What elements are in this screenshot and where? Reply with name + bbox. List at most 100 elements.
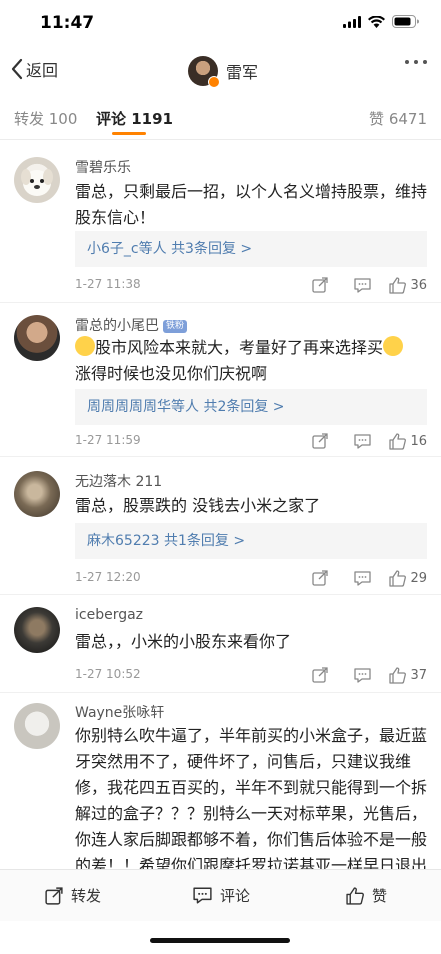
- comment-author[interactable]: 雷总的小尾巴 铁粉: [75, 315, 188, 335]
- author-name: 雷总的小尾巴: [75, 318, 159, 334]
- comment-text: 雷总，，小米的小股东来看你了: [75, 632, 292, 651]
- share-icon: [45, 886, 63, 905]
- status-icons: [343, 15, 419, 28]
- replies-link[interactable]: 小6子_c等人 共3条回复 >: [75, 231, 427, 267]
- thumbs-up-icon: [389, 666, 407, 684]
- comment-meta: 1-27 12:20 29: [75, 566, 427, 590]
- avatar[interactable]: [14, 471, 60, 517]
- replies-link[interactable]: 周周周周周华等人 共2条回复 >: [75, 389, 427, 425]
- page-title: 雷军: [226, 63, 259, 82]
- comment-meta: 1-27 10:52 37: [75, 663, 427, 687]
- like-label: 赞: [372, 887, 388, 905]
- comment-author[interactable]: 雪碧乐乐: [75, 157, 131, 177]
- comment-text: 雷总，只剩最后一招，以个人名义增持股票，维持股东信心！: [75, 182, 428, 227]
- comment-icon: [354, 277, 371, 293]
- comment-text: 股市风险本来就大，考量好了再来选择买 涨得时候也没见你们庆祝啊: [75, 335, 427, 387]
- tab-like[interactable]: 赞 6471: [369, 108, 427, 129]
- avatar[interactable]: [14, 607, 60, 653]
- thumbs-up-icon: [389, 432, 407, 450]
- comment-author[interactable]: icebergaz: [75, 607, 143, 623]
- avatar[interactable]: [14, 703, 60, 749]
- bottom-action-bar: 转发 评论 赞: [0, 869, 441, 921]
- like-button[interactable]: 赞: [346, 885, 387, 906]
- repost-button[interactable]: [303, 566, 337, 590]
- avatar[interactable]: [14, 157, 60, 203]
- comment-author[interactable]: Wayne张咏轩: [75, 702, 164, 722]
- fan-badge: 铁粉: [163, 320, 188, 333]
- reply-count: 共2条回复 >: [203, 399, 285, 415]
- comment-list: 雪碧乐乐 雷总，只剩最后一招，以个人名义增持股票，维持股东信心！ 小6子_c等人…: [0, 141, 441, 869]
- comment-time: 1-27 11:59: [75, 433, 141, 447]
- wifi-icon: [368, 15, 385, 28]
- more-dot-icon: [423, 60, 427, 64]
- like-count: 36: [410, 277, 427, 293]
- thumbs-up-icon: [389, 569, 407, 587]
- tab-active-indicator: [112, 132, 146, 135]
- comment-time: 1-27 11:38: [75, 277, 141, 291]
- comment-text: 你别特么吹牛逼了，半年前买的小米盒子，最近蓝牙突然用不了，硬件坏了，问售后，只建…: [75, 726, 428, 869]
- like-button[interactable]: 29: [389, 569, 427, 587]
- tab-bar: 转发 100 评论 1191 赞 6471: [0, 94, 441, 140]
- nav-user[interactable]: 雷军: [188, 56, 259, 88]
- back-label: 返回: [26, 61, 59, 80]
- repost-label: 转发: [71, 887, 102, 905]
- avatar[interactable]: [14, 315, 60, 361]
- like-count: 37: [410, 667, 427, 683]
- comment-icon: [354, 433, 371, 449]
- praying-emoji-icon: [75, 336, 95, 356]
- battery-icon: [392, 15, 419, 28]
- share-icon: [312, 570, 329, 586]
- like-count: 16: [410, 433, 427, 449]
- status-time: 11:47: [40, 13, 95, 33]
- share-icon: [312, 433, 329, 449]
- more-dot-icon: [414, 60, 418, 64]
- like-button[interactable]: 16: [389, 432, 427, 450]
- like-button[interactable]: 37: [389, 666, 427, 684]
- comment-label: 评论: [220, 887, 251, 905]
- tab-comment[interactable]: 评论 1191: [96, 108, 173, 129]
- reply-button[interactable]: [345, 663, 379, 687]
- home-indicator[interactable]: [150, 938, 290, 943]
- comment-icon: [193, 887, 212, 904]
- back-button[interactable]: 返回: [10, 57, 58, 81]
- thumbs-up-icon: [389, 276, 407, 294]
- tab-repost[interactable]: 转发 100: [14, 108, 77, 129]
- reply-button[interactable]: [345, 429, 379, 453]
- reply-button[interactable]: [345, 273, 379, 297]
- avatar: [188, 56, 220, 88]
- comment-time: 1-27 10:52: [75, 667, 141, 681]
- like-button[interactable]: 36: [389, 276, 427, 294]
- more-dot-icon: [405, 60, 409, 64]
- comment-button[interactable]: 评论: [193, 885, 250, 906]
- repost-button[interactable]: 转发: [45, 885, 101, 906]
- status-bar: 11:47: [0, 0, 441, 48]
- verified-icon: [208, 76, 220, 88]
- reply-users: 麻木65223: [87, 533, 160, 549]
- chevron-left-icon: [11, 58, 23, 80]
- thumbs-up-icon: [346, 886, 364, 905]
- comment-author[interactable]: 无边落木 211: [75, 471, 162, 491]
- replies-link[interactable]: 麻木65223 共1条回复 >: [75, 523, 427, 559]
- avatar-dog-image: [21, 169, 53, 196]
- reply-users: 小6子_c等人: [87, 241, 167, 257]
- comment-meta: 1-27 11:59 16: [75, 429, 427, 453]
- repost-button[interactable]: [303, 663, 337, 687]
- signal-icon: [343, 15, 361, 28]
- praying-emoji-icon: [383, 336, 404, 356]
- comment-item: 雷总的小尾巴 铁粉 股市风险本来就大，考量好了再来选择买 涨得时候也没见你们庆祝啊…: [0, 303, 441, 457]
- like-count: 29: [410, 570, 427, 586]
- more-button[interactable]: [405, 60, 427, 64]
- reply-count: 共3条回复 >: [171, 241, 253, 257]
- comment-meta: 1-27 11:38 36: [75, 273, 427, 297]
- reply-count: 共1条回复 >: [164, 533, 246, 549]
- reply-button[interactable]: [345, 566, 379, 590]
- comment-item: icebergaz 雷总，，小米的小股东来看你了 1-27 10:52 37: [0, 595, 441, 693]
- comment-icon: [354, 570, 371, 586]
- repost-button[interactable]: [303, 429, 337, 453]
- repost-button[interactable]: [303, 273, 337, 297]
- nav-bar: 返回 雷军: [0, 48, 441, 94]
- reply-users: 周周周周周华等人: [87, 399, 199, 415]
- comment-text: 雷总，股票跌的 没钱去小米之家了: [75, 496, 321, 515]
- comment-icon: [354, 667, 371, 683]
- comment-text-line: 涨得时候也没见你们庆祝啊: [75, 364, 268, 383]
